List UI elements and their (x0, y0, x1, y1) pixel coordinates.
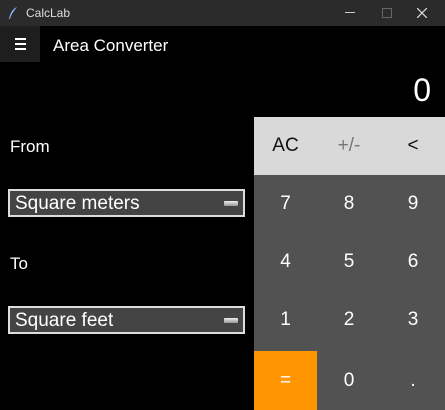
decimal-button[interactable]: . (381, 351, 445, 410)
to-label: To (10, 254, 28, 273)
feather-icon (9, 7, 17, 19)
key-3[interactable]: 3 (381, 291, 445, 349)
from-label: From (10, 137, 50, 156)
dropdown-icon (224, 318, 238, 323)
hamburger-menu-button[interactable] (0, 26, 40, 62)
key-0[interactable]: 0 (317, 351, 381, 410)
from-unit-select[interactable]: Square meters (8, 189, 245, 217)
hamburger-icon-line (15, 43, 26, 45)
dropdown-icon (224, 201, 238, 206)
close-icon (417, 8, 427, 18)
display-value: 0 (413, 72, 431, 108)
hamburger-icon-line (15, 48, 26, 50)
key-2[interactable]: 2 (317, 291, 381, 349)
key-5[interactable]: 5 (317, 233, 381, 291)
sign-toggle-button[interactable]: +/- (317, 117, 381, 175)
to-unit-value: Square feet (15, 310, 114, 331)
close-button[interactable] (399, 0, 445, 26)
key-1[interactable]: 1 (254, 291, 317, 349)
equals-button[interactable]: = (254, 351, 317, 410)
to-unit-select[interactable]: Square feet (8, 306, 245, 334)
from-unit-value: Square meters (15, 193, 140, 214)
key-4[interactable]: 4 (254, 233, 317, 291)
window-title: CalcLab (26, 6, 71, 20)
minimize-icon (345, 12, 355, 13)
hamburger-icon (15, 38, 26, 40)
page-title: Area Converter (53, 36, 169, 55)
key-8[interactable]: 8 (317, 175, 381, 233)
title-bar: CalcLab (0, 0, 445, 26)
key-7[interactable]: 7 (254, 175, 317, 233)
key-9[interactable]: 9 (381, 175, 445, 233)
keypad: AC +/- < 7 8 9 4 5 6 1 2 3 = 0 . (254, 117, 445, 410)
backspace-button[interactable]: < (381, 117, 445, 175)
ac-button[interactable]: AC (254, 117, 317, 175)
maximize-icon (382, 8, 392, 18)
key-6[interactable]: 6 (381, 233, 445, 291)
